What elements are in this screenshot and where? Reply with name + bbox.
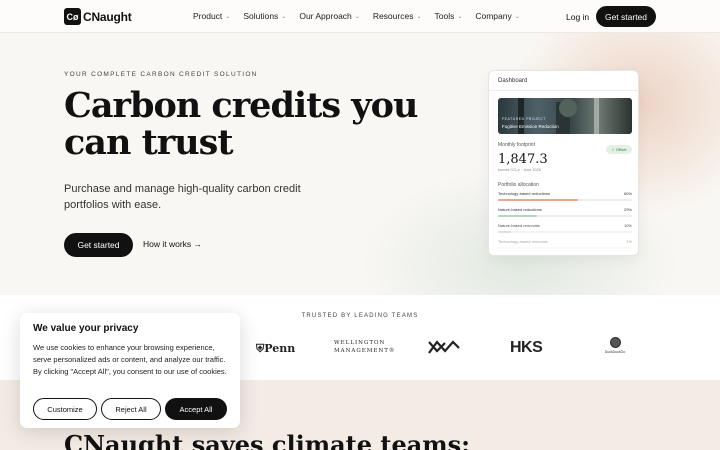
login-link[interactable]: Log in [566, 12, 589, 22]
allocation-name: Nature-based reductions [498, 207, 542, 212]
allocation-label: Portfolio allocation [498, 182, 539, 188]
penn-logo: ⛨Penn [256, 342, 295, 356]
allocation-bar-fill [498, 199, 579, 201]
nav-item-label: Company [475, 11, 512, 21]
allocation-percent: 60% [623, 191, 632, 196]
how-it-works-link[interactable]: How it works → [143, 239, 202, 249]
featured-project-name: Fugitive Emission Reduction [502, 124, 559, 129]
allocation-row: Technology-based reductions 60% [498, 191, 632, 205]
allocation-percent: 29% [623, 207, 632, 212]
hks-logo: HKS [510, 339, 543, 356]
nav-item-label: Product [193, 11, 223, 21]
featured-project-label: FEATURED PROJECT [502, 117, 546, 121]
accept-all-button[interactable]: Accept All [165, 398, 227, 420]
allocation-bar [498, 199, 632, 201]
logo-mark: Cø [64, 8, 81, 25]
hero-section: YOUR COMPLETE CARBON CREDIT SOLUTION Car… [0, 33, 720, 295]
cookie-text: We use cookies to enhance your browsing … [33, 343, 227, 376]
chevron-down-icon: ⌄ [354, 13, 360, 20]
nav-item-label: Resources [372, 11, 414, 21]
nav-item-product[interactable]: Product ⌄ [193, 11, 230, 21]
penn-logo-text: Penn [264, 342, 296, 355]
wellington-logo-line2: MANAGEMENT® [334, 348, 396, 354]
wellington-logo-line1: WELLINGTON [334, 340, 386, 346]
hero-subtext: Purchase and manage high-quality carbon … [64, 183, 301, 211]
allocation-bar [498, 215, 632, 217]
chevron-down-icon: ⌄ [514, 13, 520, 20]
chevron-down-icon: ⌄ [457, 13, 463, 20]
offset-status-badge: ✓ Offset [606, 145, 632, 154]
footprint-label: Monthly footprint [498, 142, 535, 148]
reject-all-button[interactable]: Reject All [101, 398, 161, 420]
hero-headline: Carbon credits you can trust [64, 85, 418, 163]
nav-item-label: Tools [434, 11, 455, 21]
customize-button[interactable]: Customize [33, 398, 97, 420]
get-started-button[interactable]: Get started [596, 6, 656, 27]
logo-text: CNaught [83, 9, 132, 24]
chevron-down-icon: ⌄ [281, 13, 287, 20]
nav-item-solutions[interactable]: Solutions ⌄ [243, 11, 286, 21]
allocation-name: Technology-based reductions [498, 191, 551, 196]
chevron-down-icon: ⌄ [225, 13, 231, 20]
duckduckgo-logo: DuckDuckGo [602, 337, 628, 354]
card-fade-overlay [489, 221, 638, 255]
featured-project-image: FEATURED PROJECT Fugitive Emission Reduc… [498, 98, 632, 134]
nav-item-resources[interactable]: Resources ⌄ [373, 11, 422, 21]
cookie-title: We value your privacy [33, 323, 139, 334]
allocation-row: Nature-based reductions 29% [498, 207, 632, 221]
divider [489, 90, 638, 91]
nav-item-our-approach[interactable]: Our Approach ⌄ [299, 11, 359, 21]
allocation-bar-fill [498, 215, 537, 217]
main-nav: Product ⌄ Solutions ⌄ Our Approach ⌄ Resour… [193, 11, 533, 21]
nav-item-tools[interactable]: Tools ⌄ [434, 11, 462, 21]
site-header: Cø CNaught Product ⌄ Solutions ⌄ Our Appro… [0, 0, 720, 33]
nav-item-company[interactable]: Company ⌄ [475, 11, 519, 21]
duckduckgo-logo-text: DuckDuckGo [604, 350, 626, 354]
logo[interactable]: Cø CNaught [64, 8, 132, 25]
nav-item-label: Our Approach [299, 11, 352, 21]
value-headline: CNaught saves climate teams: [64, 430, 471, 450]
hero-get-started-button[interactable]: Get started [64, 233, 133, 257]
duck-icon [609, 337, 621, 348]
footprint-unit: tonnes CO₂e · June 2026 [498, 168, 541, 172]
chevron-down-icon: ⌄ [416, 13, 422, 20]
dashboard-preview-card: Dashboard FEATURED PROJECT Fugitive Emis… [488, 70, 639, 256]
dashboard-title: Dashboard [498, 78, 528, 84]
footprint-value: 1,847.3 [498, 152, 548, 167]
hero-eyebrow: YOUR COMPLETE CARBON CREDIT SOLUTION [64, 71, 258, 78]
peak-logo-icon [428, 340, 460, 354]
nav-item-label: Solutions [243, 11, 279, 21]
cookie-consent-dialog: We value your privacy We use cookies to … [20, 313, 240, 428]
wellington-logo: WELLINGTON MANAGEMENT® [334, 339, 395, 355]
penn-shield-icon: ⛨ [256, 342, 265, 355]
